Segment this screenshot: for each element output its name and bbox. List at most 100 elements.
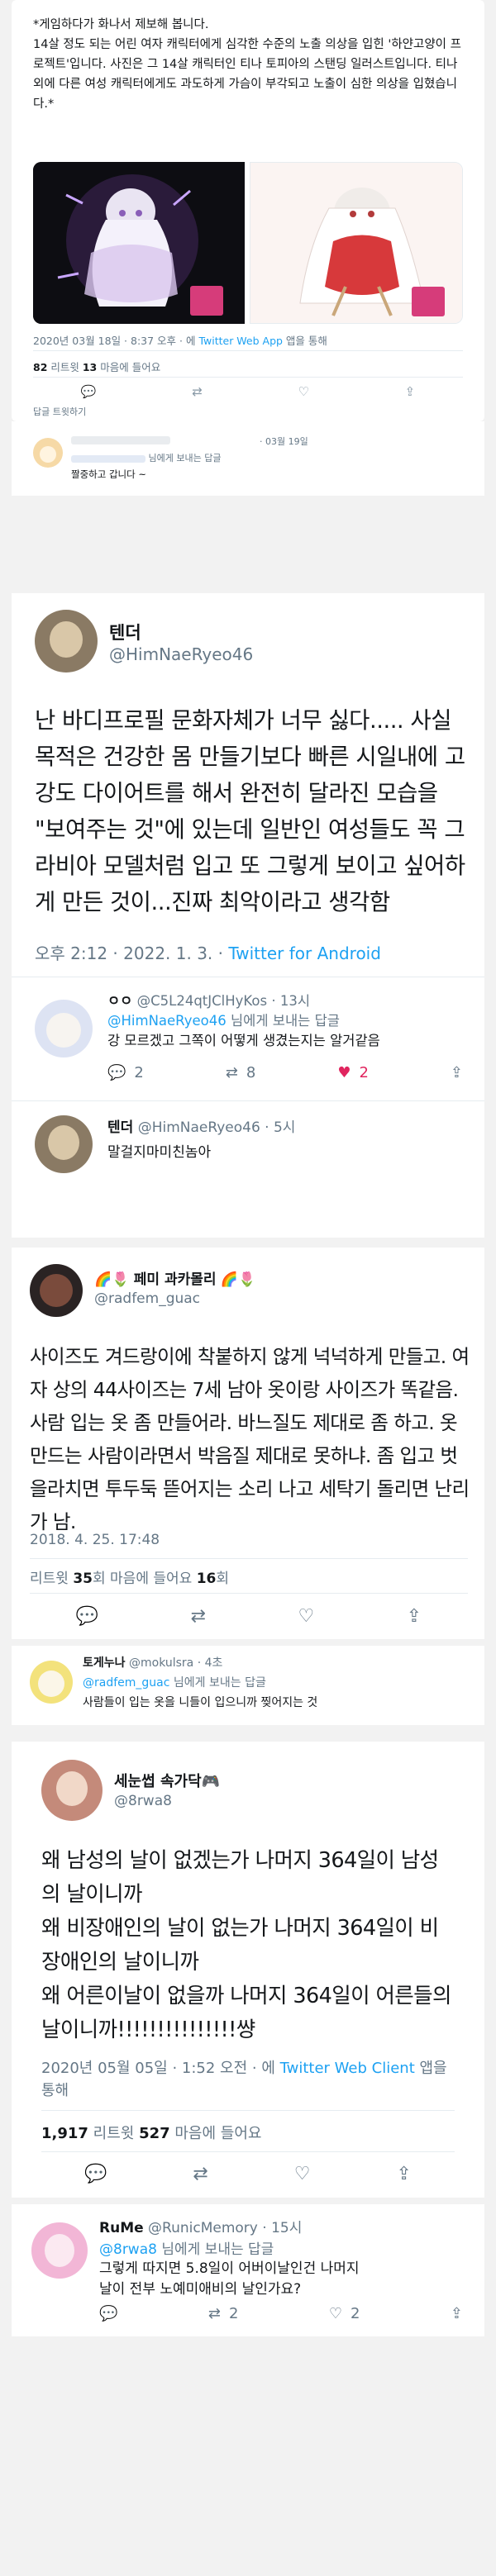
share-icon[interactable]: ⇪ xyxy=(397,2164,412,2184)
reply-to-mention[interactable]: @HimNaeRyeo46 xyxy=(107,1013,227,1029)
tweet-timestamp[interactable]: 2020년 03월 18일 · 8:37 오후 · 에 xyxy=(33,335,198,347)
tweet-card-2: 텐더 @HimNaeRyeo46 난 바디프로필 문화자체가 너무 싫다....… xyxy=(12,593,484,1238)
tweet-stats[interactable]: 1,917 리트윗 527 마음에 들어요 xyxy=(41,2122,261,2143)
share-action[interactable]: ⇪ xyxy=(451,2305,463,2322)
reply-text: 그렇게 따지면 5.8일이 어버이날인건 나머지날이 전부 노예미애비의 날인가… xyxy=(99,2260,360,2298)
avatar-face xyxy=(40,1274,73,1307)
tweet-timestamp[interactable]: 2018. 4. 25. 17:48 xyxy=(30,1532,160,1548)
reply-action[interactable]: 💬 xyxy=(99,2305,117,2322)
retweet-icon[interactable]: ⇄ xyxy=(192,384,203,399)
reply-to-mention[interactable]: @radfem_guac xyxy=(83,1676,169,1690)
reply-author-handle[interactable]: @RunicMemory · 15시 xyxy=(148,2220,302,2236)
reply-icon[interactable]: 💬 xyxy=(76,1606,98,1627)
avatar[interactable] xyxy=(35,1115,93,1173)
like-count: 2 xyxy=(350,2305,360,2322)
like-action[interactable]: ♡ 2 xyxy=(329,2305,360,2322)
tweet-timestamp[interactable]: 2020년 05월 05일 · 1:52 오전 · 에 xyxy=(41,2060,280,2077)
avatar[interactable] xyxy=(35,1000,93,1057)
retweet-label: 리트윗 xyxy=(30,1571,74,1587)
illustration-drawing xyxy=(250,163,462,323)
reply-author-name[interactable]: 토게누나 xyxy=(83,1656,126,1670)
reply-text: 강 모르겠고 그쪽이 어떻게 생겼는지는 알거같음 xyxy=(107,1033,380,1048)
character-illustration-image-right[interactable] xyxy=(250,162,463,324)
reply-to-line: @radfem_guac 님에게 보내는 답글 xyxy=(83,1674,266,1690)
client-link[interactable]: Twitter for Android xyxy=(228,943,381,963)
character-illustration-image-left[interactable] xyxy=(33,162,245,324)
reply-card-1[interactable]: · 03월 19일 님에게 보내는 답글 짤중하고 갑니다 ~ xyxy=(12,421,484,496)
reply-author-name[interactable]: 텐더 xyxy=(107,1119,133,1136)
reply-item[interactable]: 텐더 @HimNaeRyeo46 · 5시 말걸지마미친놈아 xyxy=(12,1100,484,1191)
tweet-body: 왜 남성의 날이 없겠는가 나머지 364일이 남성의 날이니까 왜 비장애인의… xyxy=(41,1848,451,2042)
author-handle[interactable]: @HimNaeRyeo46 xyxy=(109,644,253,664)
tweet-card-1: *게임하다가 화나서 제보해 봅니다. 14살 정도 되는 어린 여자 캐릭터에… xyxy=(12,0,484,421)
retweet-label: 리트윗 xyxy=(88,2125,140,2142)
retweet-count: 82 xyxy=(33,361,48,373)
avatar[interactable] xyxy=(30,1264,83,1317)
like-label: 마음에 들어요 xyxy=(105,1571,197,1587)
avatar[interactable] xyxy=(30,1661,73,1704)
reply-to-blur xyxy=(71,454,145,463)
like-count: 2 xyxy=(359,1064,369,1081)
tweet-time: 2020년 05월 05일 · 1:52 오전 · 에 Twitter Web … xyxy=(41,2057,455,2102)
retweet-label: 리트윗 xyxy=(47,361,83,373)
action-bar: 💬 ⇄ ♡ ⇪ xyxy=(33,382,463,402)
retweet-count: 8 xyxy=(246,1064,256,1081)
reply-to-label: 님에게 보내는 답글 xyxy=(148,453,222,463)
divider xyxy=(41,2110,455,2111)
tweet-time[interactable]: 오후 2:12 · 2022. 1. 3. · Twitter for Andr… xyxy=(35,940,381,964)
reply-to-mention[interactable]: @8rwa8 xyxy=(99,2241,157,2258)
reply-action[interactable]: 💬 2 xyxy=(107,1064,144,1081)
avatar[interactable] xyxy=(31,2222,88,2279)
like-unit: 회 xyxy=(216,1571,230,1587)
like-action[interactable]: ♥ 2 xyxy=(337,1064,369,1081)
reply-author-handle[interactable]: @mokulsra · 4초 xyxy=(129,1656,222,1670)
flag-icon: 🌈🌷 xyxy=(220,1271,256,1288)
action-bar: 💬 ⇄ ♡ ⇪ xyxy=(30,1601,468,1631)
retweet-icon[interactable]: ⇄ xyxy=(191,1606,206,1627)
flag-icon: 🌈🌷 xyxy=(94,1271,130,1288)
retweet-action[interactable]: ⇄ 8 xyxy=(226,1064,256,1081)
tweet-timestamp[interactable]: 오후 2:12 · 2022. 1. 3. · xyxy=(35,943,228,963)
avatar-face xyxy=(50,621,83,658)
reply-card-4[interactable]: RuMe @RunicMemory · 15시 @8rwa8 님에게 보내는 답… xyxy=(12,2204,484,2336)
author-name[interactable]: 페미 과카몰리 xyxy=(134,1271,217,1288)
reply-to-label: 님에게 보내는 답글 xyxy=(226,1013,340,1029)
reply-author-name[interactable]: ㅇㅇ xyxy=(107,993,132,1009)
share-icon[interactable]: ⇪ xyxy=(407,1606,422,1627)
reply-icon[interactable]: 💬 xyxy=(84,2164,107,2184)
like-icon[interactable]: ♡ xyxy=(294,2164,311,2184)
client-link[interactable]: Twitter Web Client xyxy=(280,2060,415,2077)
share-action[interactable]: ⇪ xyxy=(451,1064,463,1081)
reply-author-handle[interactable]: @C5L24qtJClHyKos · 13시 xyxy=(137,993,310,1009)
reply-text: 사람들이 입는 옷을 니들이 입으니까 찢어지는 것 xyxy=(83,1696,318,1709)
like-icon-filled: ♥ xyxy=(337,1064,351,1081)
client-link[interactable]: Twitter Web App xyxy=(198,335,283,347)
reply-card-3[interactable]: 토게누나 @mokulsra · 4초 @radfem_guac 님에게 보내는… xyxy=(12,1646,484,1725)
reply-date: · 03월 19일 xyxy=(260,436,308,447)
author-name[interactable]: 세눈썹 속가닥🎮 xyxy=(114,1770,220,1791)
avatar[interactable] xyxy=(33,438,63,468)
reply-icon: 💬 xyxy=(99,2305,118,2322)
author-handle[interactable]: @radfem_guac xyxy=(94,1290,200,1307)
retweet-icon[interactable]: ⇄ xyxy=(193,2164,207,2184)
like-icon[interactable]: ♡ xyxy=(298,1606,315,1627)
author-name[interactable]: 텐더 xyxy=(109,620,141,644)
avatar[interactable] xyxy=(35,610,98,673)
share-icon[interactable]: ⇪ xyxy=(405,384,416,399)
reply-author-handle[interactable]: @HimNaeRyeo46 · 5시 xyxy=(138,1119,296,1136)
retweet-action[interactable]: ⇄ 2 xyxy=(208,2305,239,2322)
divider xyxy=(30,1593,468,1594)
reply-author-name[interactable]: RuMe xyxy=(99,2220,144,2236)
author-handle[interactable]: @8rwa8 xyxy=(114,1793,172,1809)
tweet-stats[interactable]: 82 리트윗 13 마음에 들어요 xyxy=(33,359,160,374)
thread-link[interactable]: 답글 트윗하기 xyxy=(33,405,86,418)
avatar[interactable] xyxy=(41,1760,103,1821)
like-icon[interactable]: ♡ xyxy=(298,384,308,399)
reply-item[interactable]: ㅇㅇ @C5L24qtJClHyKos · 13시 @HimNaeRyeo46 … xyxy=(12,977,484,1100)
divider xyxy=(30,1558,468,1559)
reply-text: 짤중하고 갑니다 ~ xyxy=(71,468,147,480)
reply-icon[interactable]: 💬 xyxy=(81,384,97,399)
tweet-stats[interactable]: 리트윗 35회 마음에 들어요 16회 xyxy=(30,1566,229,1587)
tweet-media[interactable] xyxy=(33,162,463,324)
share-icon: ⇪ xyxy=(450,1064,463,1081)
